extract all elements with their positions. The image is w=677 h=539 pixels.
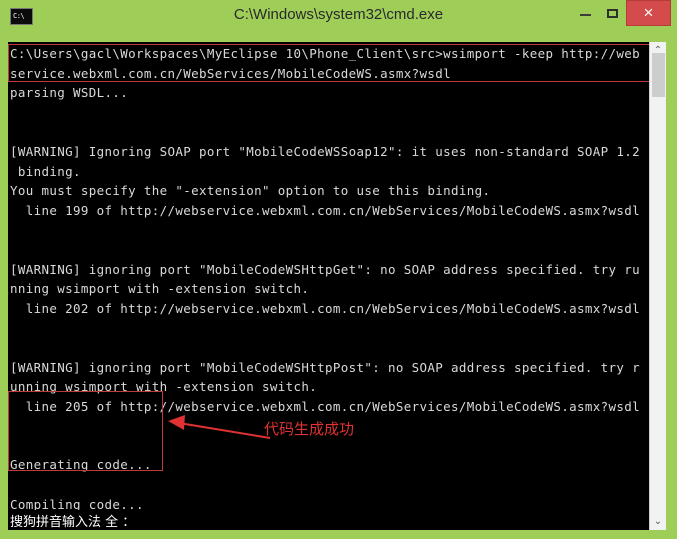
maximize-icon [607,9,618,18]
close-button[interactable]: × [626,0,671,26]
minimize-button[interactable] [572,0,599,28]
scroll-down-arrow-icon[interactable]: ⌄ [650,513,666,530]
console-text: C:\Users\gacl\Workspaces\MyEclipse 10\Ph… [10,46,641,512]
scrollbar-thumb[interactable] [652,53,665,97]
maximize-button[interactable] [599,0,626,28]
minimize-icon [580,14,591,16]
cmd-window: C:\ C:\Windows\system32\cmd.exe × C:\Use… [0,0,677,539]
ime-status-bar[interactable]: 搜狗拼音输入法 全 ： [8,510,649,530]
annotation-note: 代码生成成功 [264,420,355,438]
close-icon: × [643,3,654,22]
console-output-area[interactable]: C:\Users\gacl\Workspaces\MyEclipse 10\Ph… [8,42,649,530]
ime-status-text: 搜狗拼音输入法 全 ： [10,515,136,530]
annotation-arrow-icon [168,415,271,439]
title-bar[interactable]: C:\ C:\Windows\system32\cmd.exe × [0,0,677,40]
console-scrollbar[interactable]: ⌃ ⌄ [649,42,666,530]
